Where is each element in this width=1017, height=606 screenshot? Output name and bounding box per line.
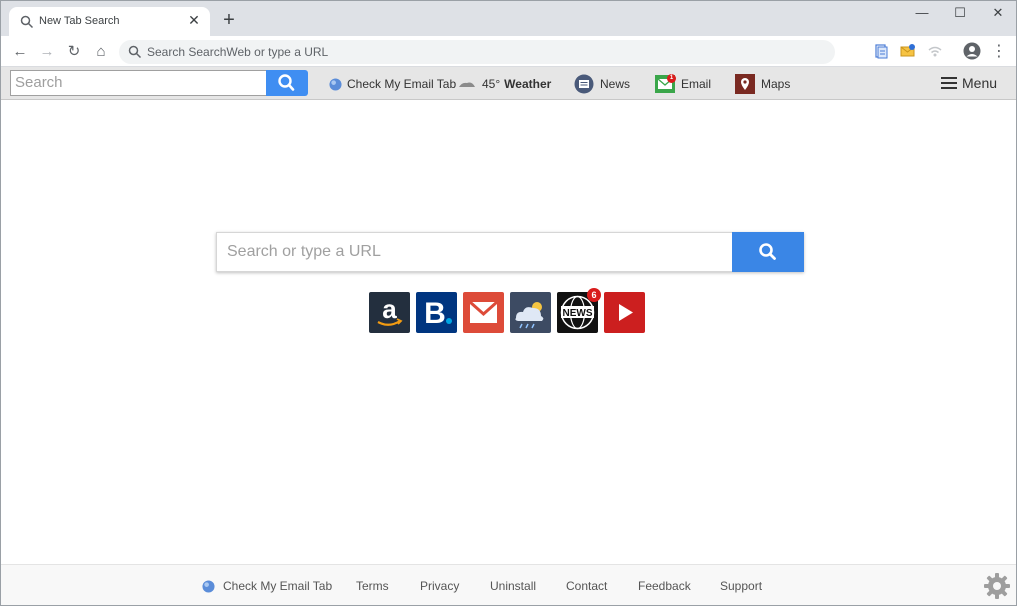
gear-icon[interactable] [983, 572, 1011, 600]
extension-wifi-icon[interactable] [927, 43, 943, 59]
amazon-logo-letter: a [382, 294, 397, 324]
footer-check-email-link[interactable]: Check My Email Tab [223, 579, 332, 593]
new-tab-button[interactable]: + [219, 10, 239, 30]
youtube-tile[interactable] [604, 292, 645, 333]
maximize-button[interactable]: ☐ [945, 5, 975, 25]
main-search-button[interactable] [732, 232, 804, 272]
reload-button[interactable]: ↻ [63, 41, 85, 63]
footer-feedback-link[interactable]: Feedback [638, 579, 691, 593]
extension-document-icon[interactable] [873, 43, 889, 59]
amazon-tile[interactable]: a [369, 292, 410, 333]
tab-new-tab-search[interactable]: New Tab Search ✕ [9, 7, 210, 36]
extension-bar: Search Check My Email Tab 45° Weather Ne… [1, 67, 1016, 100]
footer-contact-link[interactable]: Contact [566, 579, 607, 593]
main-search-box[interactable]: Search or type a URL [216, 232, 804, 272]
play-icon [619, 304, 633, 321]
extbar-search-button[interactable] [266, 70, 308, 96]
extbar-email-link[interactable]: 1 Email [655, 74, 711, 94]
extbar-check-email-label: Check My Email Tab [347, 77, 457, 91]
footer-uninstall-link[interactable]: Uninstall [490, 579, 536, 593]
search-icon [20, 15, 34, 29]
hamburger-icon [941, 77, 957, 89]
email-badge: 1 [667, 74, 676, 83]
forward-button[interactable]: → [36, 41, 58, 63]
extbar-news-link[interactable]: News [574, 74, 630, 94]
address-placeholder: Search SearchWeb or type a URL [147, 45, 329, 59]
news-logo-text: NEWS [563, 308, 593, 319]
minimize-button[interactable]: — [907, 5, 937, 25]
map-pin-icon [735, 74, 755, 94]
gmail-tile[interactable] [463, 292, 504, 333]
footer-privacy-link[interactable]: Privacy [420, 579, 459, 593]
extension-mail-icon[interactable] [900, 43, 916, 59]
booking-tile[interactable]: B [416, 292, 457, 333]
news-badge: 6 [587, 288, 601, 302]
footer-terms-link[interactable]: Terms [356, 579, 389, 593]
extbar-news-label: News [600, 77, 631, 91]
booking-logo-letter: B [424, 297, 446, 330]
amazon-icon: a [377, 294, 403, 326]
news-tile[interactable]: NEWS 6 [557, 288, 601, 333]
address-bar[interactable]: Search SearchWeb or type a URL [119, 40, 835, 64]
weather-tile[interactable] [510, 292, 551, 333]
search-icon [759, 243, 776, 260]
extbar-check-email-link[interactable]: Check My Email Tab [329, 74, 456, 94]
tab-close-icon[interactable]: ✕ [186, 12, 202, 28]
browser-menu-button[interactable]: ⋮ [988, 41, 1010, 63]
extbar-menu-button[interactable]: Menu [941, 75, 997, 91]
newspaper-icon [574, 74, 594, 94]
globe-icon [329, 77, 342, 91]
extbar-maps-link[interactable]: Maps [735, 74, 790, 94]
footer: Check My Email Tab Terms Privacy Uninsta… [1, 564, 1016, 605]
browser-window: New Tab Search ✕ + — ☐ ✕ ← → ↻ ⌂ Search … [0, 0, 1017, 606]
booking-icon: B [424, 297, 452, 330]
extbar-menu-label: Menu [962, 75, 998, 91]
extbar-weather-label: Weather [504, 77, 552, 91]
tab-title: New Tab Search [39, 15, 120, 27]
extbar-email-label: Email [681, 77, 712, 91]
email-icon: 1 [655, 74, 676, 94]
extbar-weather-temp: 45° [482, 77, 501, 91]
back-button[interactable]: ← [9, 41, 31, 63]
cloud-icon [459, 82, 475, 87]
gmail-icon [469, 300, 498, 323]
footer-support-link[interactable]: Support [720, 579, 762, 593]
search-icon [128, 45, 142, 59]
profile-avatar-icon[interactable] [963, 42, 981, 60]
main-search-input[interactable]: Search or type a URL [227, 243, 381, 261]
home-button[interactable]: ⌂ [90, 41, 112, 63]
extbar-maps-label: Maps [761, 77, 791, 91]
browser-toolbar: ← → ↻ ⌂ Search SearchWeb or type a URL ⋮ [1, 36, 1016, 67]
close-window-button[interactable]: ✕ [983, 5, 1013, 25]
extbar-weather-link[interactable]: 45° Weather [458, 74, 551, 94]
quick-links: a B NEWS 6 [369, 288, 645, 333]
globe-icon [202, 580, 215, 593]
weather-icon [515, 302, 544, 329]
extbar-search-input[interactable]: Search [10, 70, 267, 96]
tab-strip: New Tab Search ✕ + — ☐ ✕ [1, 1, 1016, 36]
search-icon [278, 74, 295, 91]
